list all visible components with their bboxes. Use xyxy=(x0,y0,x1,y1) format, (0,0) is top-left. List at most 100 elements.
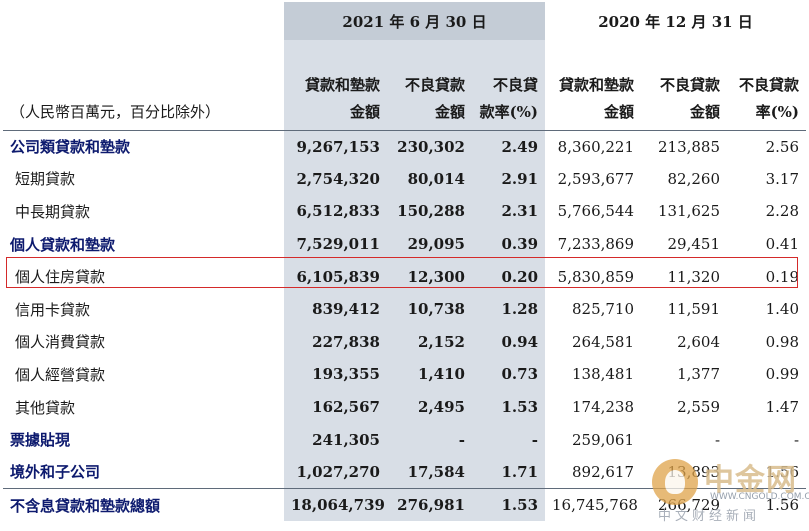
table-row: 信用卡貸款 839,412 10,738 1.28 825,710 11,591… xyxy=(3,292,806,326)
cell-loans-2020: 5,766,544 xyxy=(557,202,635,221)
cell-ratio-2020: 1.47 xyxy=(765,398,800,417)
cell-ratio-2020: 3.17 xyxy=(765,169,800,188)
row-label: 個人經營貸款 xyxy=(15,365,106,384)
cell-npl-2021: 230,302 xyxy=(387,129,472,163)
cell-ratio-2021: - xyxy=(472,423,546,456)
cell-ratio-2020: 0.99 xyxy=(765,365,800,384)
cell-npl-2020: 213,885 xyxy=(641,129,728,163)
row-label: 信用卡貸款 xyxy=(15,300,91,319)
cell-npl-2020: 131,625 xyxy=(657,202,721,221)
column-header-row: （人民幣百萬元，百分比除外） 貸款和墊款金額 不良貸款金額 不良貸款率(%) 貸… xyxy=(3,40,806,130)
row-label: 個人貸款和墊款 xyxy=(10,235,116,254)
cell-loans-2021: 1,027,270 xyxy=(284,455,387,489)
cell-loans-2021: 193,355 xyxy=(284,358,387,391)
table-row: 短期貸款 2,754,320 80,014 2.91 2,593,677 82,… xyxy=(3,162,806,196)
cell-npl-2021: - xyxy=(387,423,472,456)
cell-npl-2021: 1,410 xyxy=(387,358,472,391)
cell-npl-2020: - xyxy=(714,430,721,449)
cell-ratio-2021: 0.39 xyxy=(472,227,546,261)
loan-quality-table: 2021 年 6 月 30 日 2020 年 12 月 31 日 （人民幣百萬元… xyxy=(3,2,807,522)
cell-npl-2021: 2,152 xyxy=(387,325,472,359)
cell-npl-2021: 12,300 xyxy=(387,260,472,293)
table-row: 個人消費貸款 227,838 2,152 0.94 264,581 2,604 … xyxy=(3,325,806,359)
cell-loans-2021: 241,305 xyxy=(284,423,387,456)
cell-npl-2021: 2,495 xyxy=(387,390,472,424)
period-2020-header: 2020 年 12 月 31 日 xyxy=(598,12,753,31)
table-row: 境外和子公司 1,027,270 17,584 1.71 892,617 13,… xyxy=(3,455,806,489)
cell-ratio-2021: 2.31 xyxy=(472,195,546,228)
cell-loans-2020: 174,238 xyxy=(571,398,635,417)
cell-npl-2021: 276,981 xyxy=(387,488,472,522)
cell-loans-2021: 227,838 xyxy=(284,325,387,359)
table-row: 公司類貸款和墊款 9,267,153 230,302 2.49 8,360,22… xyxy=(3,129,807,163)
row-label: 公司類貸款和墊款 xyxy=(3,129,284,163)
cell-loans-2021: 162,567 xyxy=(284,390,387,424)
cell-loans-2020: 264,581 xyxy=(571,332,635,351)
cell-loans-2020: 2,593,677 xyxy=(557,169,635,188)
cell-loans-2020: 16,745,768 xyxy=(545,488,642,522)
table-row: 中長期貸款 6,512,833 150,288 2.31 5,766,544 1… xyxy=(3,195,806,228)
cell-npl-2021: 150,288 xyxy=(387,195,472,228)
col-npl-2021: 不良貸款金額 xyxy=(387,40,472,130)
cell-loans-2020: 8,360,221 xyxy=(545,129,642,163)
row-label: 境外和子公司 xyxy=(10,463,101,482)
cell-ratio-2020: 2.28 xyxy=(765,202,800,221)
col-ratio-2020: 不良貸款率(%) xyxy=(739,75,800,121)
table-row: 個人住房貸款 6,105,839 12,300 0.20 5,830,859 1… xyxy=(3,260,806,293)
cell-ratio-2021: 2.49 xyxy=(472,129,546,163)
cell-ratio-2020: 0.41 xyxy=(765,235,800,254)
table-row: 票據貼現 241,305 - - 259,061 - - xyxy=(3,423,806,456)
cell-ratio-2021: 1.28 xyxy=(472,292,546,326)
cell-npl-2021: 17,584 xyxy=(387,455,472,489)
cell-loans-2021: 2,754,320 xyxy=(284,162,387,196)
cell-npl-2020: 2,559 xyxy=(677,398,721,417)
cell-ratio-2020: 0.19 xyxy=(765,267,800,286)
cell-loans-2021: 9,267,153 xyxy=(284,129,387,163)
cell-npl-2020: 11,320 xyxy=(667,267,721,286)
table-row: 個人貸款和墊款 7,529,011 29,095 0.39 7,233,869 … xyxy=(3,227,806,261)
period-2021-header: 2021 年 6 月 30 日 xyxy=(284,2,546,40)
col-npl-2020: 不良貸款金額 xyxy=(660,75,721,121)
cell-ratio-2021: 0.94 xyxy=(472,325,546,359)
row-label: 短期貸款 xyxy=(15,170,76,189)
cell-loans-2021: 839,412 xyxy=(284,292,387,326)
cell-loans-2021: 7,529,011 xyxy=(284,227,387,261)
row-label: 不含息貸款和墊款總額 xyxy=(3,488,284,522)
table-row: 個人經營貸款 193,355 1,410 0.73 138,481 1,377 … xyxy=(3,358,806,391)
cell-ratio-2021: 1.71 xyxy=(472,455,546,489)
cell-loans-2020: 138,481 xyxy=(571,365,635,384)
cell-ratio-2020: 1.56 xyxy=(727,488,807,522)
cell-ratio-2021: 1.53 xyxy=(472,488,546,522)
cell-npl-2021: 29,095 xyxy=(387,227,472,261)
cell-loans-2020: 7,233,869 xyxy=(557,235,635,254)
cell-ratio-2020: 2.56 xyxy=(727,129,807,163)
row-label: 個人住房貸款 xyxy=(15,268,106,287)
row-label: 中長期貸款 xyxy=(15,202,91,221)
row-label: 其他貸款 xyxy=(15,398,76,417)
cell-npl-2020: 2,604 xyxy=(677,332,721,351)
cell-ratio-2020: - xyxy=(793,430,800,449)
col-loans-2021: 貸款和墊款金額 xyxy=(284,40,387,130)
header-blank xyxy=(3,2,284,40)
cell-npl-2020: 1,377 xyxy=(677,365,721,384)
cell-loans-2021: 6,105,839 xyxy=(284,260,387,293)
cell-ratio-2020: 1.40 xyxy=(765,300,800,319)
cell-npl-2020: 82,260 xyxy=(667,169,721,188)
cell-ratio-2021: 1.53 xyxy=(472,390,546,424)
cell-npl-2020: 266,729 xyxy=(641,488,728,522)
cell-ratio-2020: 0.98 xyxy=(765,332,800,351)
cell-loans-2021: 6,512,833 xyxy=(284,195,387,228)
unit-caption: （人民幣百萬元，百分比除外） xyxy=(10,102,221,121)
row-label: 個人消費貸款 xyxy=(15,333,106,352)
table-row: 其他貸款 162,567 2,495 1.53 174,238 2,559 1.… xyxy=(3,390,806,424)
cell-loans-2021: 18,064,739 xyxy=(284,488,387,522)
cell-loans-2020: 259,061 xyxy=(571,430,635,449)
cell-npl-2021: 80,014 xyxy=(387,162,472,196)
cell-npl-2021: 10,738 xyxy=(387,292,472,326)
cell-loans-2020: 825,710 xyxy=(571,300,635,319)
cell-npl-2020: 13,893 xyxy=(667,462,721,481)
table-row-total: 不含息貸款和墊款總額 18,064,739 276,981 1.53 16,74… xyxy=(3,488,807,522)
cell-ratio-2021: 2.91 xyxy=(472,162,546,196)
cell-ratio-2021: 0.20 xyxy=(472,260,546,293)
cell-ratio-2020: 1.56 xyxy=(765,462,800,481)
